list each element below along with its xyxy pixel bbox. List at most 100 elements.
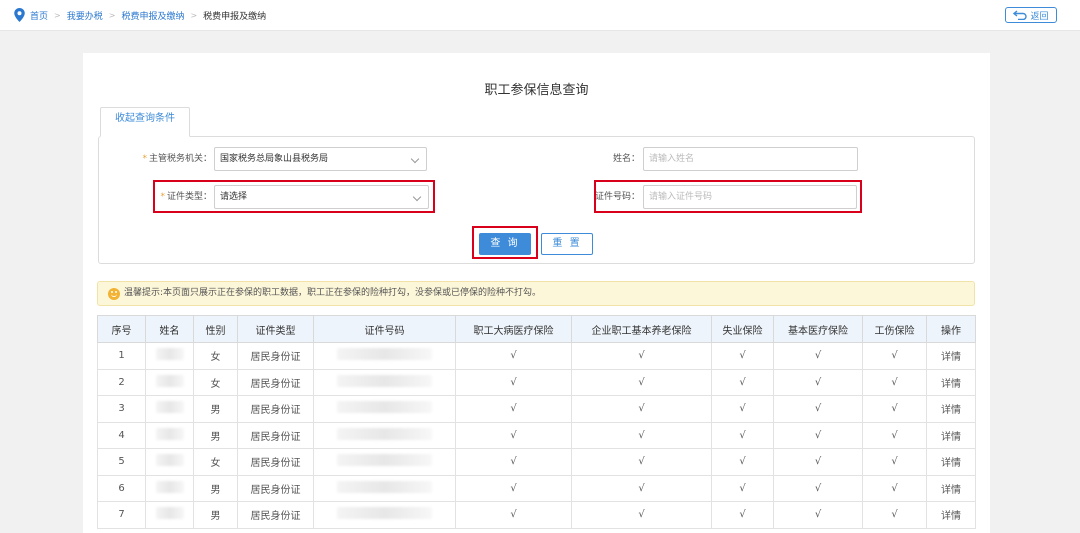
cell-c3: √: [711, 395, 774, 423]
cell-id-type: 居民身份证: [237, 368, 314, 396]
cell-c2: √: [571, 368, 712, 396]
cell-c2: √: [571, 448, 712, 476]
redacted-id-number: [337, 454, 432, 467]
cell-action[interactable]: 详情: [926, 342, 976, 370]
breadcrumb-declaration[interactable]: 税费申报及缴纳: [121, 9, 184, 22]
redacted-name: [155, 348, 184, 361]
reset-button[interactable]: 重 置: [541, 233, 593, 255]
redacted-id-number: [337, 480, 432, 493]
table-row: 4 男居民身份证 √ √ √ √ √ 详情: [97, 421, 976, 449]
redacted-name: [155, 374, 184, 387]
query-button[interactable]: 查 询: [479, 233, 531, 255]
page-title: 职工参保信息查询: [484, 83, 589, 98]
redacted-id-number: [337, 401, 432, 414]
cell-c4: √: [773, 342, 863, 370]
tip-text: 温馨提示:本页面只展示正在参保的职工数据，职工正在参保的险种打勾，没参保或已停保…: [124, 288, 542, 298]
breadcrumb-tax-services[interactable]: 我要办税: [67, 9, 103, 22]
cell-c5: √: [862, 395, 927, 423]
cell-id-type: 居民身份证: [237, 448, 314, 476]
cell-c1: √: [455, 474, 572, 502]
tab-collapse-query[interactable]: 收起查询条件: [100, 107, 190, 137]
cell-no: 7: [97, 501, 146, 529]
tax-authority-value: 国家税务总局象山县税务局: [220, 154, 329, 164]
table-row: 6 男居民身份证 √ √ √ √ √ 详情: [97, 474, 976, 502]
smile-icon: [108, 288, 120, 300]
tax-authority-label-text: 主管税务机关：: [148, 154, 212, 164]
cell-c3: √: [711, 501, 774, 529]
cell-c3: √: [711, 342, 774, 370]
cell-c3: √: [711, 368, 774, 396]
col-header: 姓名: [145, 315, 194, 343]
redacted-name: [155, 427, 184, 440]
cell-c5: √: [862, 474, 927, 502]
breadcrumb-separator: >: [190, 10, 198, 20]
chevron-down-icon: [410, 154, 420, 164]
highlight-id-type: [153, 180, 435, 213]
name-label: 姓名：: [612, 154, 640, 164]
cell-name: [145, 448, 194, 476]
cell-no: 5: [97, 448, 146, 476]
breadcrumb-current: 税费申报及缴纳: [203, 11, 267, 22]
col-header: 企业职工基本养老保险: [571, 315, 712, 343]
breadcrumb-separator: >: [108, 10, 116, 20]
cell-gender: 男: [193, 421, 238, 449]
cell-name: [145, 474, 194, 502]
cell-c2: √: [571, 395, 712, 423]
tax-authority-label: * 主管税务机关：: [135, 147, 212, 171]
cell-id-number: [313, 421, 456, 449]
redacted-id-number: [337, 348, 432, 361]
cell-c2: √: [571, 342, 712, 370]
cell-c1: √: [455, 395, 572, 423]
cell-no: 4: [97, 421, 146, 449]
redacted-name: [155, 454, 184, 467]
highlight-id-number: [594, 180, 862, 213]
cell-gender: 男: [193, 501, 238, 529]
cell-gender: 男: [193, 395, 238, 423]
cell-id-number: [313, 395, 456, 423]
insurance-table: 序号 姓名 性别 证件类型 证件号码 职工大病医疗保险 企业职工基本养老保险 失…: [97, 315, 976, 529]
breadcrumb-separator: >: [54, 10, 61, 20]
name-input[interactable]: 请输入姓名: [643, 147, 858, 171]
cell-id-type: 居民身份证: [237, 421, 314, 449]
col-header: 性别: [193, 315, 238, 343]
cell-c2: √: [571, 474, 712, 502]
cell-no: 1: [97, 342, 146, 370]
col-header: 工伤保险: [862, 315, 927, 343]
redacted-id-number: [337, 427, 432, 440]
col-header: 操作: [926, 315, 976, 343]
tax-authority-select[interactable]: 国家税务总局象山县税务局: [214, 147, 427, 171]
redacted-name: [155, 401, 184, 414]
cell-id-type: 居民身份证: [237, 395, 314, 423]
redacted-id-number: [337, 507, 432, 520]
cell-c4: √: [773, 421, 863, 449]
cell-action[interactable]: 详情: [926, 368, 976, 396]
table-row: 5 女居民身份证 √ √ √ √ √ 详情: [97, 448, 976, 476]
breadcrumb-home[interactable]: 首页: [30, 9, 48, 22]
cell-id-number: [313, 342, 456, 370]
cell-action[interactable]: 详情: [926, 501, 976, 529]
back-button[interactable]: 返回: [1005, 7, 1057, 23]
cell-action[interactable]: 详情: [926, 395, 976, 423]
cell-id-number: [313, 501, 456, 529]
cell-action[interactable]: 详情: [926, 421, 976, 449]
col-header: 基本医疗保险: [773, 315, 863, 343]
tip-banner: 温馨提示:本页面只展示正在参保的职工数据，职工正在参保的险种打勾，没参保或已停保…: [97, 281, 975, 306]
cell-action[interactable]: 详情: [926, 448, 976, 476]
cell-name: [145, 421, 194, 449]
col-header: 证件号码: [313, 315, 456, 343]
cell-id-number: [313, 368, 456, 396]
cell-c5: √: [862, 421, 927, 449]
cell-c3: √: [711, 421, 774, 449]
redacted-name: [155, 507, 184, 520]
back-button-label: 返回: [1030, 11, 1049, 22]
cell-c5: √: [862, 368, 927, 396]
cell-c1: √: [455, 501, 572, 529]
cell-action[interactable]: 详情: [926, 474, 976, 502]
cell-c5: √: [862, 448, 927, 476]
cell-c2: √: [571, 421, 712, 449]
col-header: 失业保险: [711, 315, 774, 343]
cell-c4: √: [773, 501, 863, 529]
breadcrumb: 首页 > 我要办税 > 税费申报及缴纳 > 税费申报及缴纳: [14, 8, 266, 22]
cell-no: 3: [97, 395, 146, 423]
cell-gender: 女: [193, 342, 238, 370]
